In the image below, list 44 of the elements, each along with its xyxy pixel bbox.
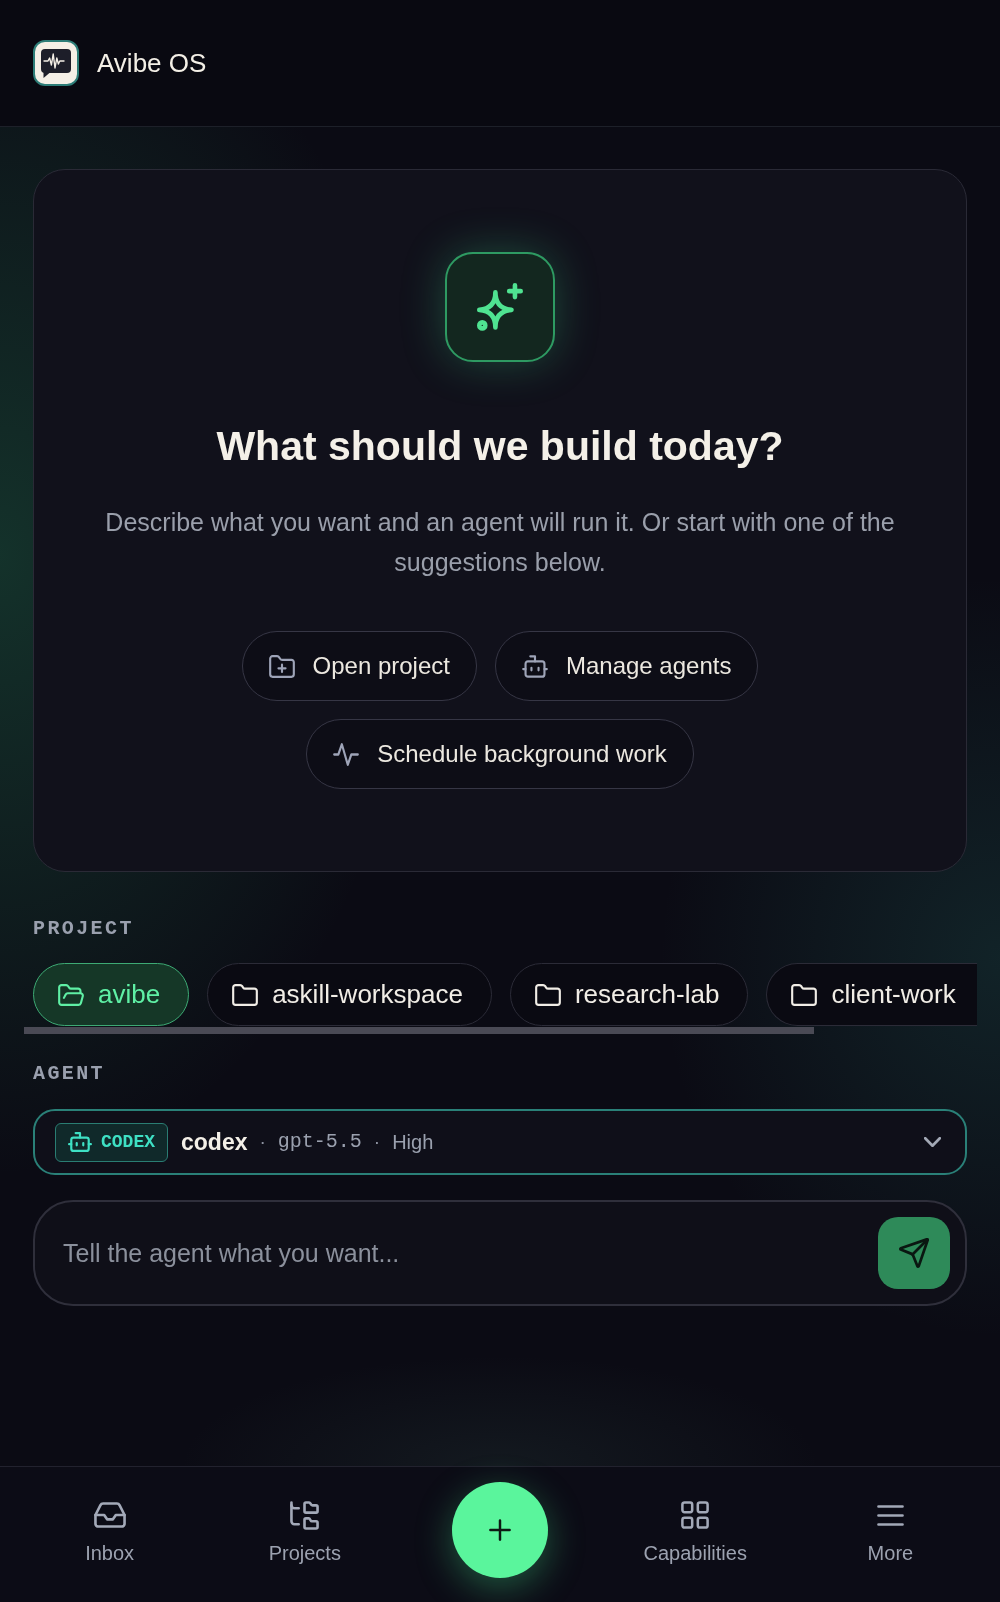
section-label: AGENT — [33, 1062, 105, 1086]
folder-plus-icon — [268, 654, 295, 678]
folder-icon — [791, 983, 818, 1006]
inbox-icon — [93, 1502, 126, 1528]
robot-icon — [521, 654, 548, 678]
sparkle-icon — [445, 252, 555, 362]
suggestion-button[interactable]: Schedule background work — [306, 719, 694, 789]
grid-icon — [681, 1501, 710, 1529]
suggestion-button[interactable]: Open project — [241, 631, 477, 701]
open-folder-icon — [58, 983, 84, 1006]
agent-selector[interactable]: CODEX codex · gpt-5.5 · High — [33, 1109, 967, 1175]
app-title: Avibe OS — [97, 48, 207, 78]
folder-tree-icon — [290, 1500, 320, 1530]
suggestion-button[interactable]: Manage agents — [494, 631, 759, 701]
pulse-line-icon — [333, 742, 360, 766]
menu-icon — [876, 1504, 904, 1526]
robot-icon — [68, 1132, 92, 1152]
nav-button[interactable]: More — [861, 1499, 920, 1565]
hero-description: Describe what you want and an agent will run it. Or start with one of the suggestions below. — [105, 507, 895, 578]
scrollbar[interactable] — [24, 1027, 814, 1034]
send-icon — [899, 1238, 929, 1268]
project-chip[interactable]: research-lab — [509, 963, 749, 1026]
effort-level: High — [392, 1130, 434, 1155]
agent-name: codex — [181, 1127, 248, 1157]
prompt-input[interactable]: Tell the agent what you want... — [63, 1231, 866, 1275]
separator-dot: · — [373, 1129, 381, 1154]
nav-button[interactable]: Projects — [262, 1499, 347, 1565]
hero-heading: What should we build today? — [216, 422, 784, 471]
folder-icon — [534, 983, 561, 1006]
model-name: gpt-5.5 — [277, 1129, 362, 1155]
plus-icon — [489, 1519, 511, 1541]
folder-icon — [232, 983, 259, 1006]
prompt-field[interactable]: Tell the agent what you want... — [33, 1200, 967, 1306]
separator-dot: · — [259, 1129, 266, 1154]
project-chip[interactable]: avibe — [33, 963, 190, 1026]
send-button[interactable] — [878, 1217, 950, 1289]
project-chip[interactable]: client-work — [766, 963, 977, 1026]
chevron-down-icon — [924, 1137, 941, 1147]
logo-icon — [33, 40, 79, 86]
agent-type-label: CODEX — [101, 1131, 155, 1153]
project-chip[interactable]: askill-workspace — [207, 963, 492, 1026]
section-label: PROJECT — [33, 917, 134, 941]
nav-button[interactable]: Capabilities — [637, 1499, 753, 1565]
nav-button[interactable]: Inbox — [79, 1499, 141, 1565]
